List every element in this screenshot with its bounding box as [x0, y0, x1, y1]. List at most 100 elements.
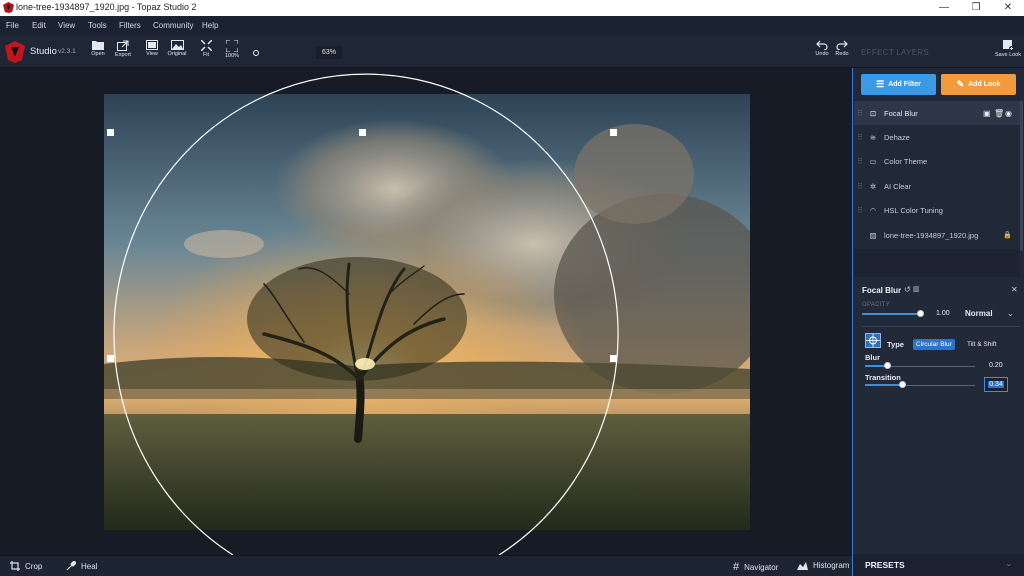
- redo-button[interactable]: Redo: [830, 40, 854, 66]
- transform-handle-top[interactable]: [359, 129, 366, 136]
- presets-save-icon[interactable]: ▥: [913, 285, 920, 293]
- add-look-button[interactable]: ✎ Add Look: [941, 74, 1016, 95]
- hsl-icon: ◠: [869, 205, 877, 215]
- transform-handle-top-left[interactable]: [107, 129, 114, 136]
- drag-handle-icon[interactable]: ⠿: [854, 109, 866, 118]
- effect-layers-heading: EFFECT LAYERS: [861, 48, 930, 57]
- export-button[interactable]: Export: [111, 40, 135, 66]
- focal-point-button[interactable]: [865, 333, 881, 348]
- layer-name: lone-tree-1934897_1920.jpg: [884, 230, 979, 240]
- crop-button[interactable]: Crop: [10, 561, 42, 571]
- export-icon: [117, 40, 129, 51]
- drag-handle-icon[interactable]: ⠿: [854, 206, 866, 215]
- undo-icon: [816, 40, 828, 50]
- mask-icon[interactable]: ▣: [983, 109, 991, 118]
- layer-ai-clear[interactable]: ⠿ ✲ AI Clear: [854, 174, 1020, 198]
- save-look-icon: [1002, 40, 1014, 51]
- look-icon: ✎: [956, 79, 965, 89]
- image-icon: [170, 40, 184, 50]
- open-button[interactable]: Open: [86, 40, 110, 66]
- toolbar: Studio v2.3.1 Open Export View Original …: [0, 36, 1024, 68]
- menu-edit[interactable]: Edit: [32, 21, 46, 30]
- heal-button[interactable]: Heal: [66, 561, 97, 571]
- focal-blur-overlay: [113, 73, 619, 555]
- layer-color-theme[interactable]: ⠿ ▭ Color Theme: [854, 149, 1020, 173]
- presets-heading: PRESETS: [865, 560, 905, 570]
- layer-base-image[interactable]: ▨ lone-tree-1934897_1920.jpg 🔒: [854, 223, 1020, 247]
- lock-icon: 🔒: [1003, 232, 1012, 239]
- transform-handle-right[interactable]: [610, 355, 617, 362]
- topaz-logo-icon: [5, 41, 25, 63]
- zoom-value[interactable]: 63%: [316, 46, 342, 59]
- transition-value-input[interactable]: 0.34: [984, 377, 1008, 392]
- menu-filters[interactable]: Filters: [119, 21, 141, 30]
- opacity-label: OPACITY: [862, 302, 890, 308]
- opacity-slider-fill: [862, 313, 920, 315]
- presets-bar[interactable]: PRESETS ⌄: [853, 554, 1024, 576]
- focal-blur-circle[interactable]: [113, 73, 619, 555]
- maximize-button[interactable]: ❐: [960, 0, 992, 16]
- close-window-button[interactable]: ✕: [992, 0, 1024, 16]
- layer-name: Focal Blur: [884, 108, 918, 118]
- drag-handle-icon[interactable]: ⠿: [854, 182, 866, 191]
- version-label: v2.3.1: [58, 48, 76, 55]
- drag-handle-icon[interactable]: ⠿: [854, 133, 866, 142]
- menu-tools[interactable]: Tools: [88, 21, 107, 30]
- layer-dehaze[interactable]: ⠿ ≋ Dehaze: [854, 125, 1020, 149]
- menu-help[interactable]: Help: [202, 21, 218, 30]
- actual-size-icon: [226, 40, 238, 52]
- transform-handle-left[interactable]: [107, 355, 114, 362]
- divider: [862, 326, 1020, 327]
- image-canvas[interactable]: [0, 68, 852, 555]
- layer-focal-blur[interactable]: ⠿ ⊡ Focal Blur ▣ 🗑 ◉: [854, 101, 1020, 125]
- circular-blur-option[interactable]: Circular Blur: [913, 339, 955, 350]
- folder-icon: [92, 41, 104, 50]
- tilt-shift-option[interactable]: Tilt & Shift: [967, 341, 996, 348]
- window-title: lone-tree-1934897_1920.jpg - Topaz Studi…: [16, 2, 197, 12]
- save-look-button[interactable]: Save Look: [994, 40, 1022, 66]
- layer-hsl-color-tuning[interactable]: ⠿ ◠ HSL Color Tuning: [854, 198, 1020, 222]
- delete-layer-icon[interactable]: 🗑: [994, 109, 1004, 118]
- redo-icon: [836, 40, 848, 50]
- chevron-down-icon[interactable]: ⌄: [1007, 309, 1014, 318]
- view-button[interactable]: View: [140, 40, 164, 66]
- zoom-slider[interactable]: [253, 50, 259, 56]
- crop-icon: [10, 561, 20, 571]
- layer-list-scrollbar[interactable]: [1020, 101, 1023, 251]
- layer-name: AI Clear: [884, 181, 912, 191]
- fit-button[interactable]: Fit: [194, 40, 218, 66]
- menu-bar: File Edit View Tools Filters Community H…: [0, 16, 1024, 36]
- filter-title: Focal Blur: [862, 286, 902, 295]
- menu-file[interactable]: File: [6, 21, 19, 30]
- transform-handle-top-right[interactable]: [610, 129, 617, 136]
- blur-value[interactable]: 0.20: [989, 362, 1003, 369]
- transition-slider-fill: [865, 384, 902, 386]
- add-filter-button[interactable]: ☰ Add Filter: [861, 74, 936, 95]
- opacity-value[interactable]: 1.00: [936, 310, 950, 317]
- opacity-slider-knob[interactable]: [917, 310, 924, 317]
- minimize-button[interactable]: —: [928, 0, 960, 16]
- actual-size-button[interactable]: 100%: [220, 40, 244, 66]
- chevron-down-icon[interactable]: ⌄: [1005, 558, 1013, 569]
- histogram-button[interactable]: Histogram: [797, 561, 849, 570]
- navigator-button[interactable]: # Navigator: [733, 561, 778, 573]
- focal-blur-icon: ⊡: [869, 108, 877, 118]
- transition-slider-knob[interactable]: [899, 381, 906, 388]
- blend-mode-select[interactable]: Normal: [965, 309, 993, 318]
- original-button[interactable]: Original: [165, 40, 189, 66]
- studio-label: Studio: [30, 46, 57, 57]
- crosshair-icon: [866, 334, 880, 347]
- blur-slider-knob[interactable]: [884, 362, 891, 369]
- bottom-toolbar: Crop Heal # Navigator Histogram: [0, 555, 852, 576]
- visibility-eye-icon[interactable]: ◉: [1005, 109, 1012, 118]
- topaz-app-icon: [3, 2, 14, 13]
- layer-name: HSL Color Tuning: [884, 205, 943, 215]
- fit-icon: [200, 40, 212, 51]
- menu-view[interactable]: View: [58, 21, 75, 30]
- close-filter-icon[interactable]: ✕: [1011, 285, 1018, 294]
- color-theme-icon: ▭: [869, 156, 877, 166]
- menu-community[interactable]: Community: [153, 21, 193, 30]
- drag-handle-icon[interactable]: ⠿: [854, 157, 866, 166]
- reset-icon[interactable]: ↺: [904, 285, 911, 294]
- dehaze-icon: ≋: [869, 132, 877, 142]
